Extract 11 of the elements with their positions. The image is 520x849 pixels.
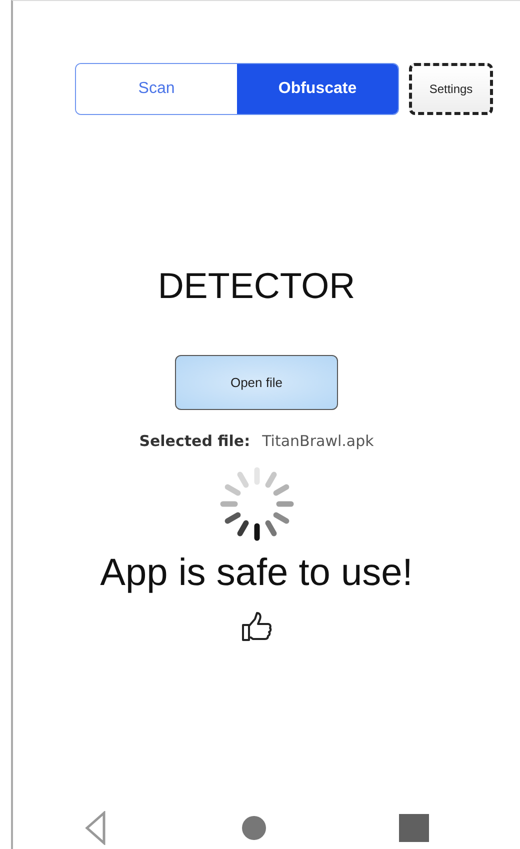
- result-message: App is safe to use!: [100, 552, 413, 595]
- selected-file-label: Selected file:: [139, 432, 250, 450]
- loading-spinner-icon: [218, 466, 294, 542]
- selected-file-name: TitanBrawl.apk: [262, 432, 374, 450]
- open-file-button[interactable]: Open file: [175, 355, 338, 410]
- back-icon[interactable]: [84, 811, 108, 845]
- home-icon[interactable]: [240, 815, 266, 841]
- tab[interactable]: Obfuscate: [237, 64, 398, 114]
- thumbs-up-icon: [240, 611, 274, 643]
- app-title: DETECTOR: [158, 265, 356, 307]
- settings-button[interactable]: Settings: [409, 63, 493, 115]
